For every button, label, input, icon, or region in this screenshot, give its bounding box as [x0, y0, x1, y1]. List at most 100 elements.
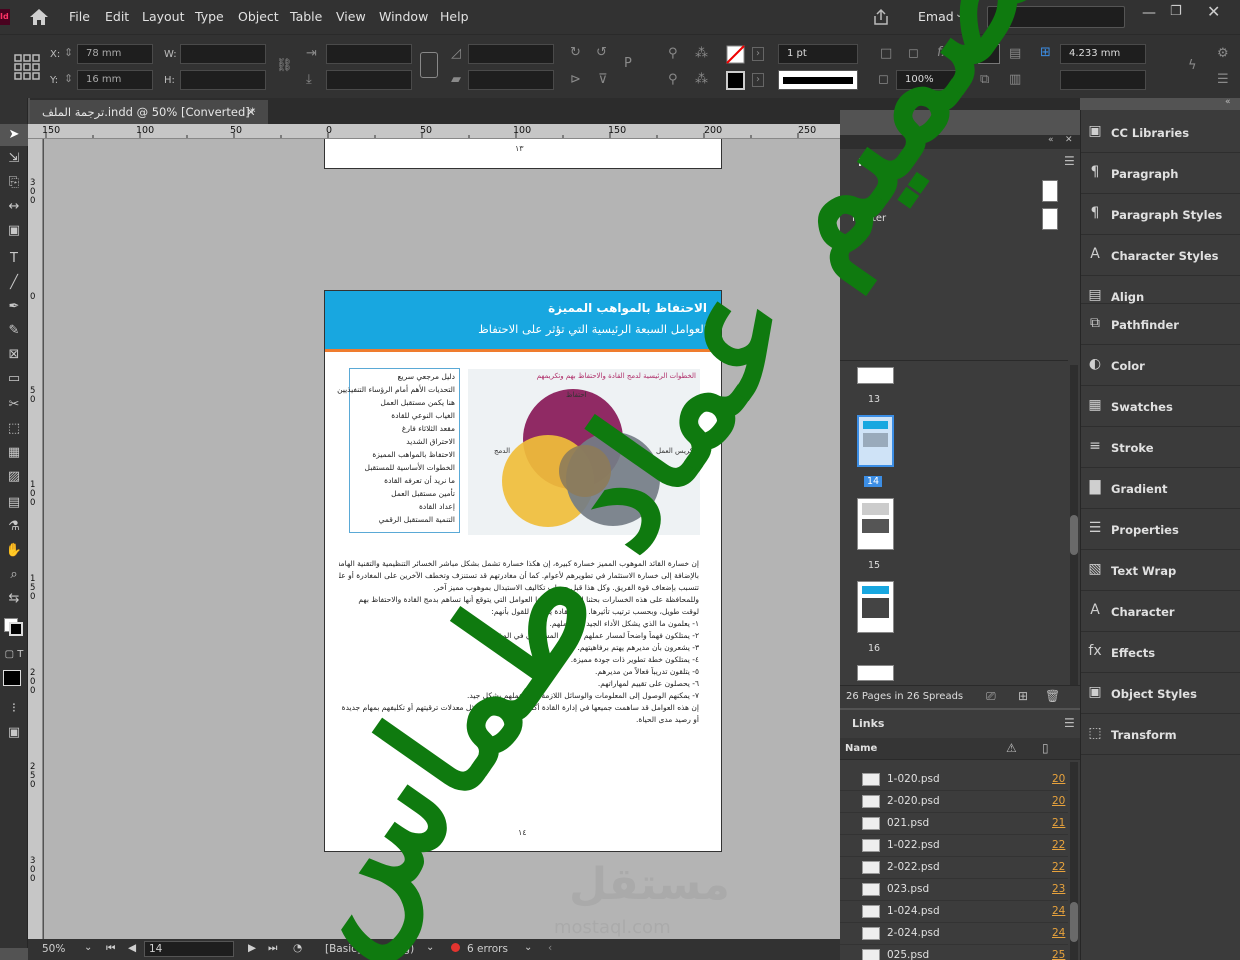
page-thumb-15[interactable]: [857, 498, 894, 550]
link-row[interactable]: 1-020.psd 20: [840, 769, 1068, 791]
stroke-swatch-icon[interactable]: [9, 622, 23, 636]
settings-gear-icon[interactable]: ⚙: [1217, 47, 1229, 60]
document-tab[interactable]: ترجمة الملف.indd @ 50% [Converted]* ✕: [30, 100, 268, 124]
link-page[interactable]: 24: [1052, 905, 1065, 917]
menu-type[interactable]: Type: [195, 9, 224, 24]
pen-tool-icon[interactable]: ✒: [0, 296, 28, 318]
panel-item-effects[interactable]: fx Effects: [1081, 632, 1240, 673]
link-row[interactable]: 2-024.psd 24: [840, 923, 1068, 945]
chevron-down-icon[interactable]: ⌄: [84, 942, 92, 953]
first-page-icon[interactable]: ⏮: [106, 942, 115, 955]
link-scale-icon[interactable]: [420, 52, 438, 78]
panel-item-color[interactable]: ◐ Color: [1081, 345, 1240, 386]
link-row[interactable]: 2-022.psd 22: [840, 857, 1068, 879]
error-count[interactable]: 6 errors: [467, 943, 508, 955]
direct-selection-tool-icon[interactable]: ⇲: [0, 148, 28, 170]
p-reference-icon[interactable]: P: [624, 57, 632, 70]
next-page-icon[interactable]: ▶: [248, 942, 256, 954]
flip-horizontal-icon[interactable]: ⊳: [570, 73, 581, 86]
panel-item-gradient[interactable]: ▇ Gradient: [1081, 468, 1240, 509]
panel-item-stroke[interactable]: ≡ Stroke: [1081, 427, 1240, 468]
scale-y-icon[interactable]: ⤓: [306, 73, 312, 86]
content-collector-icon[interactable]: ▣: [0, 220, 28, 242]
zoom-tool-icon[interactable]: ⌕: [0, 564, 28, 586]
gradient-feather-tool-icon[interactable]: ▨: [0, 466, 28, 488]
link-page[interactable]: 20: [1052, 773, 1065, 785]
select-container-icon[interactable]: ⚲: [668, 47, 678, 60]
links-scrollbar[interactable]: [1070, 762, 1078, 960]
home-icon[interactable]: [28, 7, 50, 27]
align-icon[interactable]: ▥: [1009, 73, 1021, 86]
delete-page-icon[interactable]: 🗑: [1045, 689, 1060, 703]
selection-tool-icon[interactable]: ➤: [0, 124, 28, 146]
panel-item-properties[interactable]: ☰ Properties: [1081, 509, 1240, 550]
link-page[interactable]: 24: [1052, 927, 1065, 939]
height-field[interactable]: [180, 70, 266, 90]
panel-item-pathfinder[interactable]: ⧉ Pathfinder: [1081, 304, 1240, 345]
link-row[interactable]: 1-022.psd 22: [840, 835, 1068, 857]
auto-fit-icon[interactable]: ⧉: [980, 73, 989, 86]
scale-y-field[interactable]: [326, 70, 412, 90]
page-tool-icon[interactable]: ⎘: [0, 172, 28, 194]
y-field[interactable]: 16 mm: [77, 70, 153, 90]
menu-view[interactable]: View: [336, 9, 366, 24]
panel-item-character-styles[interactable]: A Character Styles: [1081, 235, 1240, 276]
pencil-tool-icon[interactable]: ✎: [0, 320, 28, 342]
gutter-field[interactable]: 4.233 mm: [1060, 44, 1146, 64]
shear-angle-icon[interactable]: ▰: [451, 73, 461, 86]
panel-item-paragraph[interactable]: ¶ Paragraph: [1081, 153, 1240, 194]
collapse-icon[interactable]: «: [1048, 135, 1054, 145]
master-label[interactable]: Master: [852, 213, 886, 224]
fill-menu-icon[interactable]: ›: [752, 47, 764, 61]
corner-icon[interactable]: ◻: [908, 47, 919, 60]
link-page[interactable]: 20: [1052, 795, 1065, 807]
chevron-down-icon[interactable]: ⌄: [955, 9, 963, 20]
warning-icon[interactable]: ⚠: [1006, 741, 1017, 755]
master-thumb[interactable]: [1042, 208, 1058, 230]
stroke-menu-icon[interactable]: ›: [752, 73, 764, 87]
menu-object[interactable]: Object: [238, 9, 279, 24]
select-next-icon[interactable]: ⁂: [695, 73, 708, 86]
restore-icon[interactable]: ❐: [1170, 4, 1182, 19]
share-icon[interactable]: [872, 8, 890, 26]
panel-menu-icon[interactable]: ☰: [1217, 73, 1229, 86]
free-transform-tool-icon[interactable]: ⬚: [0, 418, 28, 440]
rotate-field[interactable]: [468, 44, 554, 64]
reference-point-icon[interactable]: [13, 53, 41, 81]
apply-color-icon[interactable]: [3, 670, 21, 686]
rectangle-tool-icon[interactable]: ▭: [0, 368, 28, 390]
scale-x-icon[interactable]: ⇥: [306, 47, 317, 60]
chevron-down-icon[interactable]: ⌄: [426, 942, 434, 953]
panel-item-transform[interactable]: ⬚ Transform: [1081, 714, 1240, 755]
stepper-icon[interactable]: ⇕: [64, 47, 73, 58]
chevron-down-icon[interactable]: ⌄: [524, 942, 532, 953]
drop-shadow-icon[interactable]: □: [880, 47, 892, 60]
link-page[interactable]: 23: [1052, 883, 1065, 895]
line-tool-icon[interactable]: ╱: [0, 272, 28, 294]
panel-menu-icon[interactable]: ☰: [1064, 154, 1075, 168]
pages-tab[interactable]: Pa: [858, 156, 873, 169]
links-name-header[interactable]: Name: [845, 743, 877, 754]
text-wrap-icon[interactable]: [978, 44, 1000, 64]
workspace-switcher[interactable]: Emad: [918, 9, 954, 24]
width-field[interactable]: [180, 44, 266, 64]
page-column-icon[interactable]: ▯: [1042, 741, 1049, 755]
x-field[interactable]: 78 mm: [77, 44, 153, 64]
close-tab-icon[interactable]: ✕: [246, 100, 256, 124]
stroke-weight-field[interactable]: 1 pt: [778, 44, 858, 64]
link-page[interactable]: 22: [1052, 861, 1065, 873]
panel-item-character[interactable]: A Character: [1081, 591, 1240, 632]
link-row[interactable]: 021.psd 21: [840, 813, 1068, 835]
formatting-affects-icon[interactable]: ▢ T: [0, 644, 28, 666]
fx-icon[interactable]: fx: [937, 46, 949, 59]
rectangle-frame-tool-icon[interactable]: ⊠: [0, 344, 28, 366]
zoom-level[interactable]: 50%: [42, 943, 65, 955]
rotate-cw-icon[interactable]: ↻: [570, 46, 581, 59]
stepper-icon[interactable]: ⇕: [64, 73, 73, 84]
collapse-panels-icon[interactable]: «: [1225, 97, 1231, 107]
link-page[interactable]: 25: [1052, 949, 1065, 960]
panel-item-cc-libraries[interactable]: ▣ CC Libraries: [1081, 112, 1240, 153]
links-tab[interactable]: Links: [852, 717, 884, 730]
menu-window[interactable]: Window: [379, 9, 428, 24]
search-input[interactable]: [987, 6, 1125, 28]
